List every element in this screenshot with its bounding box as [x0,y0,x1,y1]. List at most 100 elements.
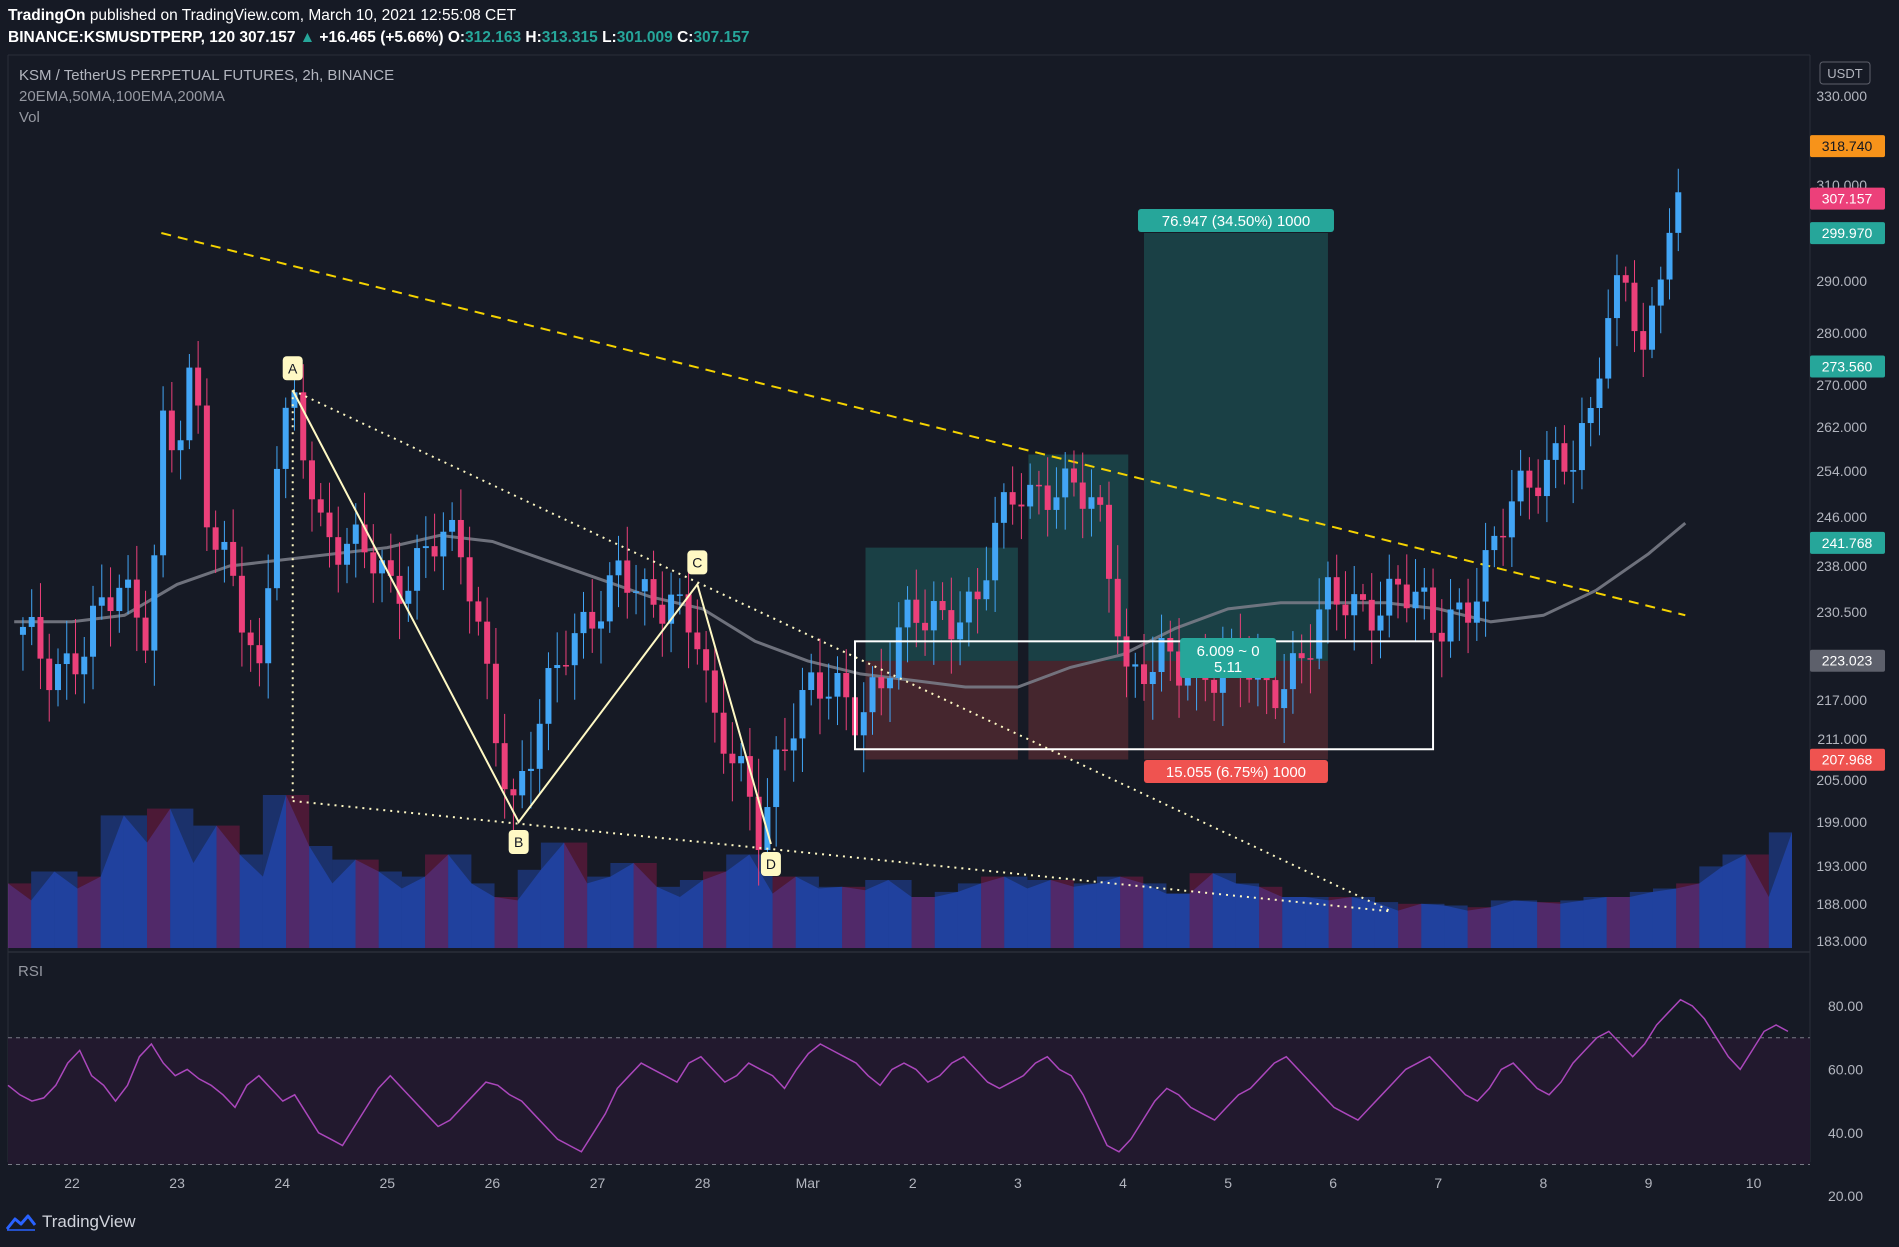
time-tick-label: 7 [1434,1175,1442,1191]
rsi-legend[interactable]: RSI [18,963,43,980]
candle-body [606,575,613,622]
candle-body [1622,275,1629,283]
candle-body [1605,318,1612,379]
candle-body [308,460,315,500]
candle-body [1447,609,1454,642]
position-tools[interactable] [865,233,1328,760]
candle-body [1289,653,1296,690]
price-tick-label: 230.500 [1816,604,1867,620]
volume-bar [911,897,935,948]
candle-body [212,527,219,550]
candle-body [81,656,88,675]
candle-body [1395,578,1402,585]
chart-symbol-legend[interactable]: KSM / TetherUS PERPETUAL FUTURES, 2h, BI… [19,67,394,84]
candle-body [519,770,526,796]
candle-body [1035,484,1042,487]
footer-brand-name: TradingView [42,1212,136,1231]
candle-body [939,601,946,611]
candle-body [133,579,140,618]
time-tick-label: 26 [485,1175,501,1191]
candle-body [659,604,666,624]
measure-label-count: 5.11 [1214,659,1242,676]
price-tick-label: 262.000 [1816,419,1867,435]
candle-body [808,672,815,691]
footer-brand[interactable]: TradingView [6,1212,136,1232]
price-tick-label: 211.000 [1817,731,1867,747]
candle-body [1430,587,1437,633]
candle-body [1535,487,1542,497]
time-tick-label: 4 [1119,1175,1127,1191]
volume-legend[interactable]: Vol [19,109,40,126]
last-price: 307.157 [239,29,296,46]
candle-body [492,663,499,744]
volume-bar [378,871,402,948]
candle-body [107,597,114,612]
time-tick-label: 25 [380,1175,396,1191]
candle-body [335,537,342,565]
price-change: +16.465 (+5.66%) [319,29,444,46]
open-value: 312.163 [465,29,522,46]
chart-canvas[interactable]: USDT A B C D 6.009 ~ 05.11 76.947 (34.50%) 1… [0,0,1899,1247]
candle-body [475,601,482,622]
candle-body [98,597,105,606]
price-tick-label: 205.000 [1816,772,1867,788]
usdt-unit: USDT [1827,66,1862,81]
candle-body [694,632,701,650]
candle-body [484,621,491,664]
loss-zone-1 [865,660,1018,760]
volume-bar [471,883,495,948]
time-tick-label: 22 [64,1175,80,1191]
price-tick-label: 238.000 [1816,558,1867,574]
candle-body [405,590,412,604]
volume-bar [1745,854,1769,948]
indicators-legend[interactable]: 20EMA,50MA,100EMA,200MA [19,88,225,105]
candle-body [711,670,718,713]
price-tick-label: 254.000 [1816,463,1867,479]
price-tick-label: 290.000 [1816,273,1867,289]
rsi-band-fill [8,1037,1810,1165]
candle-body [1613,275,1620,319]
candle-body [930,601,937,631]
candle-body [510,789,517,796]
candle-body [63,653,70,665]
price-tick-label: 330.000 [1816,88,1867,104]
candle-body [1149,671,1156,685]
candle-body [440,531,447,557]
candle-body [1640,331,1647,350]
candle-body [860,712,867,736]
candle-body [1403,584,1410,609]
volume-bar [1398,903,1422,948]
volume-bar [1652,888,1677,948]
volume-bar [1676,883,1700,948]
candle-body [247,632,254,646]
candle-body [1543,459,1550,497]
candle-body [948,610,955,640]
candle-body [195,367,202,406]
candle-body [1114,578,1121,637]
volume-bar [934,891,958,948]
profit-zone-2 [1028,454,1129,661]
candle-body [825,696,832,699]
candle-body [913,599,920,623]
volume-bar [1374,902,1399,948]
price-axis: 330.000310.000290.000280.000270.000262.0… [1810,88,1885,1204]
pattern-point-d: D [766,856,776,872]
candle-body [790,738,797,751]
candle-body [1368,599,1375,631]
level-label: 318.740 [1822,138,1873,154]
candle-body [37,617,44,659]
volume-bar [77,876,101,948]
volume-bar [262,795,287,948]
candle-body [19,626,26,635]
candle-body [983,580,990,600]
price-tick-label: 188.000 [1816,896,1867,912]
candle-body [1298,653,1305,659]
candle-body [142,617,149,651]
candle-body [317,499,324,513]
candle-body [1307,658,1314,660]
candle-body [878,677,885,689]
candle-body [273,468,280,589]
price-tick-label: 183.000 [1816,933,1867,949]
volume-bar [1050,880,1074,948]
candle-body [1027,484,1034,507]
